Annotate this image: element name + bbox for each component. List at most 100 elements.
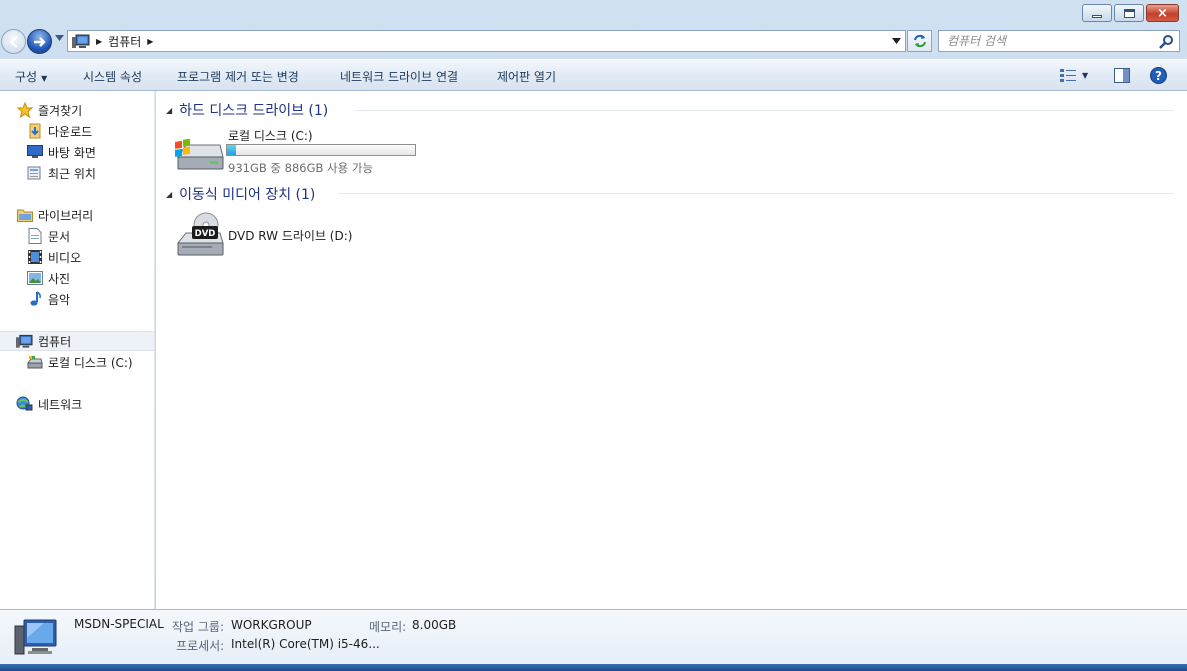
nav-item-desktop[interactable]: 바탕 화면: [26, 142, 96, 162]
close-button[interactable]: ×: [1146, 4, 1179, 22]
organize-label: 구성: [15, 70, 38, 84]
group-title: 이동식 미디어 장치 (1): [179, 187, 316, 203]
title-bar: ×: [0, 0, 1187, 28]
nav-item-downloads[interactable]: 다운로드: [26, 121, 92, 141]
nav-item-recent-places[interactable]: 최근 위치: [26, 163, 96, 183]
nav-item-label: 음악: [48, 292, 71, 307]
close-icon: ×: [1157, 5, 1168, 21]
back-arrow-icon: [9, 36, 18, 48]
forward-arrow-icon: [34, 37, 46, 47]
memory-value: 8.00GB: [412, 618, 457, 632]
collapse-triangle-icon: ◢: [166, 105, 173, 115]
change-view-button[interactable]: ▼: [1060, 68, 1088, 82]
search-icon[interactable]: [1159, 34, 1174, 49]
disk-free-space: 931GB 중 886GB 사용 가능: [228, 161, 374, 175]
forward-button[interactable]: [27, 29, 52, 54]
recent-places-icon: [26, 165, 43, 181]
hard-drive-icon: [175, 138, 224, 170]
nav-item-local-disk-c[interactable]: 로컬 디스크 (C:): [26, 352, 133, 372]
map-network-drive-button[interactable]: 네트워크 드라이브 연결: [340, 68, 458, 85]
nav-item-label: 비디오: [48, 250, 82, 265]
maximize-icon: [1123, 8, 1135, 18]
search-input[interactable]: [939, 31, 1149, 51]
preview-pane-icon[interactable]: [1114, 68, 1130, 83]
computer-icon: [14, 619, 57, 655]
open-control-panel-button[interactable]: 제어판 열기: [497, 68, 556, 85]
music-note-icon: [26, 291, 43, 307]
film-icon: [26, 249, 43, 265]
group-header-removable-media[interactable]: ◢ 이동식 미디어 장치 (1): [166, 184, 315, 204]
content-area: ◢ 하드 디스크 드라이브 (1) 로컬 디스크 (C:) 931GB 중 88…: [156, 91, 1187, 609]
star-icon: [16, 102, 33, 118]
navigation-row: ▶ 컴퓨터 ▶: [0, 28, 1187, 56]
recent-pages-chevron-down-icon[interactable]: [55, 35, 64, 42]
disk-usage-fill: [227, 145, 237, 155]
computer-name: MSDN-SPECIAL: [74, 617, 164, 631]
dvd-icon-text: DVD: [195, 229, 216, 239]
minimize-icon: [1092, 14, 1102, 18]
processor-value: Intel(R) Core(TM) i5-46...: [231, 637, 380, 651]
network-icon: [16, 396, 33, 412]
library-folder-icon: [16, 207, 33, 223]
back-button[interactable]: [1, 29, 26, 54]
picture-icon: [26, 270, 43, 286]
nav-libraries[interactable]: 라이브러리: [16, 205, 93, 225]
dvd-drive-icon: DVD: [176, 212, 224, 256]
address-history-chevron-down-icon[interactable]: [892, 38, 901, 44]
nav-item-label: 다운로드: [48, 124, 93, 139]
nav-computer-label: 컴퓨터: [38, 334, 72, 349]
group-title: 하드 디스크 드라이브 (1): [179, 103, 329, 119]
nav-item-label: 바탕 화면: [48, 145, 96, 160]
nav-item-label: 최근 위치: [48, 166, 96, 181]
caption-buttons: ×: [1082, 4, 1179, 22]
document-icon: [26, 228, 43, 244]
memory-label: 메모리:: [369, 620, 407, 634]
nav-item-videos[interactable]: 비디오: [26, 247, 81, 267]
help-icon[interactable]: ?: [1150, 67, 1167, 84]
group-header-hard-disks[interactable]: ◢ 하드 디스크 드라이브 (1): [166, 100, 328, 120]
uninstall-program-button[interactable]: 프로그램 제거 또는 변경: [177, 68, 299, 85]
group-divider: [354, 110, 1174, 111]
nav-libraries-label: 라이브러리: [38, 208, 94, 223]
desktop-icon: [26, 144, 43, 160]
details-view-icon: [1060, 69, 1076, 82]
refresh-button[interactable]: [907, 30, 932, 52]
command-bar: 구성 ▼ 시스템 속성 프로그램 제거 또는 변경 네트워크 드라이브 연결 제어…: [0, 59, 1187, 91]
refresh-icon: [913, 34, 926, 48]
breadcrumb-separator-icon[interactable]: ▶: [96, 37, 102, 46]
downloads-folder-icon: [26, 123, 43, 139]
collapse-triangle-icon: ◢: [166, 189, 173, 199]
nav-favorites-label: 즐겨찾기: [38, 103, 83, 118]
search-box: [938, 30, 1180, 52]
drive-item-dvd-rw-d[interactable]: DVD DVD RW 드라이브 (D:): [172, 209, 422, 259]
workgroup-value: WORKGROUP: [231, 618, 312, 632]
nav-network[interactable]: 네트워크: [16, 394, 82, 414]
disk-usage-bar: [226, 144, 416, 156]
minimize-button[interactable]: [1082, 4, 1112, 22]
nav-item-music[interactable]: 음악: [26, 289, 70, 309]
drive-name: DVD RW 드라이브 (D:): [228, 229, 353, 243]
explorer-window: × ▶ 컴퓨터 ▶ 컴퓨터 검색 구성 ▼ 시스템 속성 프로그램 제거 또는 …: [0, 0, 1187, 671]
processor-label: 프로세서:: [176, 639, 225, 653]
nav-computer[interactable]: 컴퓨터: [0, 331, 155, 351]
system-properties-button[interactable]: 시스템 속성: [83, 68, 142, 85]
address-bar[interactable]: ▶ 컴퓨터 ▶: [67, 30, 906, 52]
workgroup-label: 작업 그룹:: [172, 620, 225, 634]
breadcrumb-computer[interactable]: 컴퓨터: [108, 33, 141, 50]
organize-button[interactable]: 구성 ▼: [15, 68, 47, 85]
nav-network-label: 네트워크: [38, 397, 83, 412]
breadcrumb-separator-icon[interactable]: ▶: [147, 37, 153, 46]
window-bottom-border: [0, 664, 1187, 671]
drive-name: 로컬 디스크 (C:): [228, 129, 313, 143]
local-disk-icon: [26, 354, 43, 370]
chevron-down-icon: ▼: [41, 74, 48, 83]
nav-favorites[interactable]: 즐겨찾기: [16, 100, 82, 120]
navigation-pane: 즐겨찾기 다운로드 바탕 화면 최근 위치 라이브러리 문서 비디오 사진 음악…: [0, 91, 155, 609]
nav-item-documents[interactable]: 문서: [26, 226, 70, 246]
nav-item-label: 문서: [48, 229, 71, 244]
maximize-button[interactable]: [1114, 4, 1144, 22]
nav-item-label: 로컬 디스크 (C:): [48, 355, 133, 370]
nav-item-label: 사진: [48, 271, 71, 286]
svg-text:?: ?: [1155, 69, 1162, 83]
nav-item-pictures[interactable]: 사진: [26, 268, 70, 288]
